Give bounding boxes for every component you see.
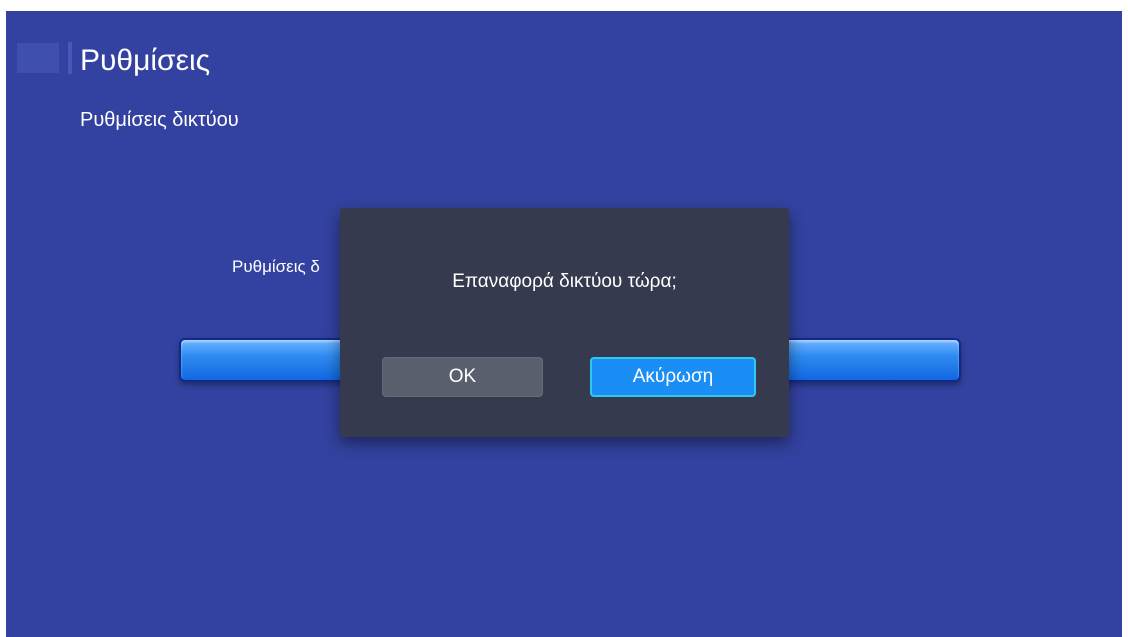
page-title: Ρυθμίσεις	[80, 44, 211, 77]
network-settings-item-label: Ρυθμίσεις δ	[232, 257, 320, 276]
cancel-button[interactable]: Ακύρωση	[590, 357, 756, 397]
settings-screen: Ρυθμίσεις Ρυθμίσεις δικτύου Ρυθμίσεις δ …	[6, 11, 1122, 637]
section-title: Ρυθμίσεις δικτύου	[80, 109, 239, 131]
header-divider	[68, 42, 72, 74]
ok-button[interactable]: OK	[382, 357, 543, 397]
app-logo-icon	[17, 43, 59, 73]
reset-network-dialog: Επαναφορά δικτύου τώρα; OK Ακύρωση	[340, 208, 789, 437]
dialog-message: Επαναφορά δικτύου τώρα;	[452, 271, 677, 292]
